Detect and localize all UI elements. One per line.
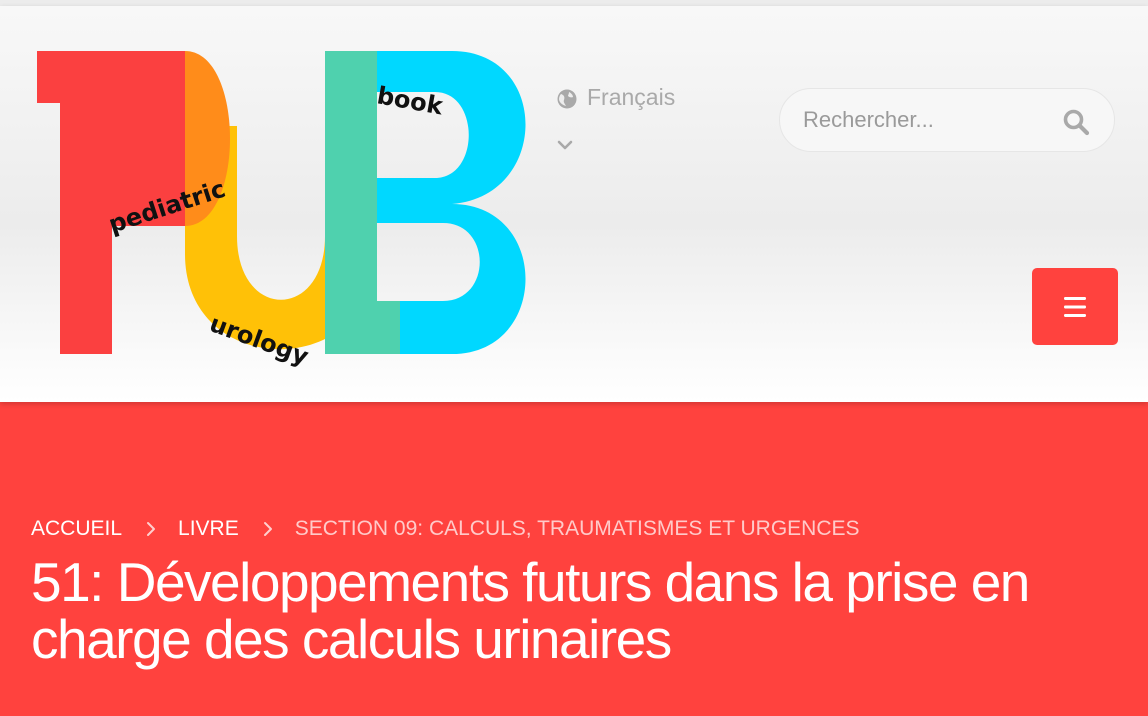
hamburger-icon	[1064, 297, 1086, 317]
page-title-banner: ACCUEIL LIVRE SECTION 09: CALCULS, TRAUM…	[0, 402, 1148, 716]
breadcrumb-home[interactable]: ACCUEIL	[31, 517, 122, 541]
breadcrumb: ACCUEIL LIVRE SECTION 09: CALCULS, TRAUM…	[31, 514, 860, 544]
search-box	[779, 88, 1115, 152]
globe-icon	[557, 89, 577, 109]
pub-logo-graphic: book pediatric urology	[37, 51, 526, 371]
site-logo[interactable]: book pediatric urology	[30, 36, 540, 376]
chevron-right-icon	[144, 521, 158, 537]
chevron-right-icon	[261, 521, 275, 537]
language-label: Français	[587, 84, 676, 110]
page-title: 51: Développements futurs dans la prise …	[31, 551, 1030, 670]
menu-toggle-button[interactable]	[1032, 268, 1118, 345]
search-input[interactable]	[803, 99, 1033, 141]
breadcrumb-current-section: SECTION 09: CALCULS, TRAUMATISMES ET URG…	[294, 517, 860, 540]
chevron-down-icon[interactable]	[556, 139, 574, 151]
search-icon[interactable]	[1062, 108, 1090, 136]
site-header: book pediatric urology Français	[0, 6, 1148, 402]
language-switcher[interactable]: Français	[556, 84, 756, 164]
breadcrumb-book[interactable]: LIVRE	[178, 517, 239, 541]
